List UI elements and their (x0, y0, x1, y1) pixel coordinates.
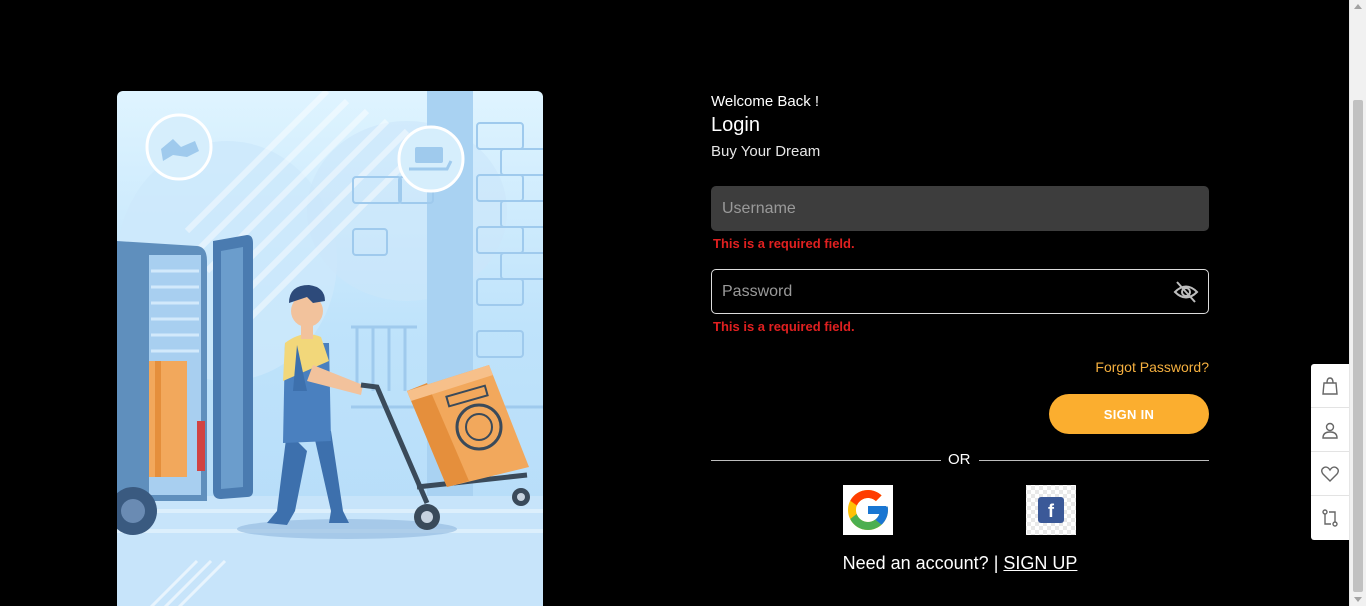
bag-icon[interactable] (1311, 364, 1349, 408)
side-quick-actions (1311, 364, 1349, 540)
login-form: Welcome Back ! Login Buy Your Dream User… (711, 91, 1209, 573)
delivery-illustration (117, 91, 543, 606)
signup-link[interactable]: SIGN UP (1003, 553, 1077, 573)
or-divider: OR (711, 451, 1209, 469)
username-error: This is a required field. (713, 236, 855, 251)
signup-separator: | (993, 553, 999, 573)
welcome-text: Welcome Back ! (711, 93, 820, 110)
username-placeholder: Username (722, 199, 796, 217)
password-error: This is a required field. (713, 319, 855, 334)
signup-row: Need an account? | SIGN UP (711, 553, 1209, 574)
google-icon (848, 490, 888, 530)
heart-icon[interactable] (1311, 452, 1349, 496)
password-placeholder: Password (722, 282, 793, 300)
sign-in-button[interactable]: SIGN IN (1049, 394, 1209, 434)
scroll-up-icon[interactable] (1354, 4, 1362, 9)
user-icon[interactable] (1311, 408, 1349, 452)
eye-off-icon[interactable] (1173, 279, 1199, 305)
password-field[interactable]: Password (711, 269, 1209, 314)
username-field[interactable]: Username (711, 186, 1209, 231)
google-login-button[interactable] (843, 485, 893, 535)
divider-line-left (711, 460, 941, 461)
forgot-password-link[interactable]: Forgot Password? (1095, 359, 1209, 375)
login-page: Welcome Back ! Login Buy Your Dream User… (0, 0, 1366, 606)
page-subtitle: Buy Your Dream (711, 143, 821, 160)
scroll-down-icon[interactable] (1354, 597, 1362, 602)
facebook-login-button[interactable]: f (1026, 485, 1076, 535)
page-scrollbar[interactable] (1349, 0, 1366, 606)
divider-line-right (979, 460, 1209, 461)
scroll-thumb[interactable] (1353, 100, 1363, 592)
delivery-man-illustration (117, 91, 543, 606)
page-title: Login (711, 114, 760, 136)
or-text: OR (948, 451, 971, 468)
signup-prompt: Need an account? (842, 553, 989, 573)
facebook-icon: f (1038, 497, 1064, 523)
compare-icon[interactable] (1311, 496, 1349, 540)
